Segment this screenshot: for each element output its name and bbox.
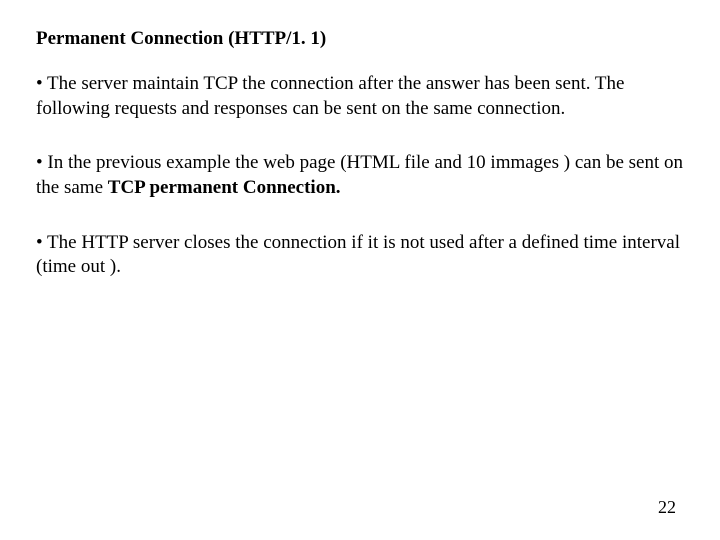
bullet-2-bold: TCP permanent Connection.: [108, 177, 341, 198]
page-number: 22: [658, 497, 676, 518]
bullet-3: • The HTTP server closes the connection …: [36, 231, 684, 280]
bullet-1: • The server maintain TCP the connection…: [36, 72, 684, 121]
slide-title: Permanent Connection (HTTP/1. 1): [36, 28, 684, 50]
bullet-2: • In the previous example the web page (…: [36, 151, 684, 200]
slide-container: Permanent Connection (HTTP/1. 1) • The s…: [0, 0, 720, 540]
